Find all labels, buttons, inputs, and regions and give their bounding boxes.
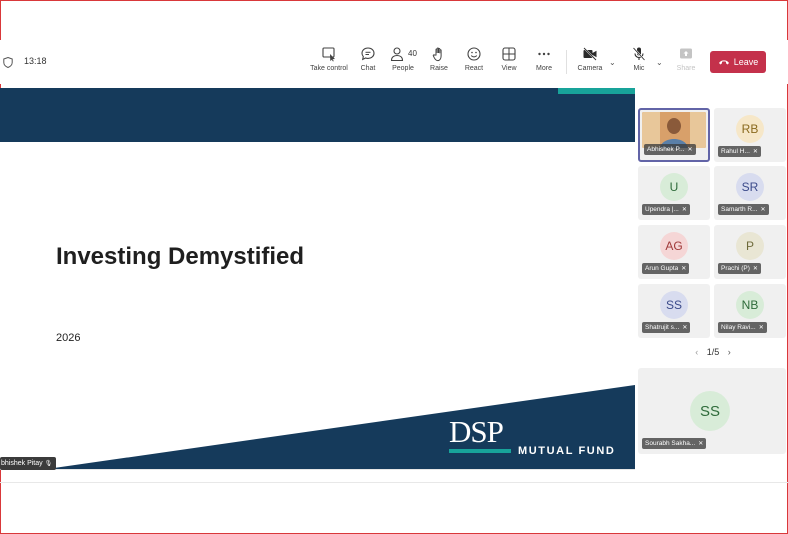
slide-year: 2026 (56, 332, 81, 344)
participant-name: Rahul H... (721, 148, 750, 155)
participant-tile[interactable]: AG Arun Gupta ✕ (638, 225, 710, 279)
take-control-button[interactable]: Take control (307, 46, 351, 80)
avatar: SR (736, 173, 764, 201)
people-count: 40 (408, 49, 417, 58)
dsp-logo-bar (449, 449, 511, 453)
react-icon (467, 47, 481, 61)
avatar: SS (690, 391, 730, 431)
mic-button[interactable]: Mic (617, 46, 661, 80)
take-control-icon (322, 47, 335, 62)
shared-screen: Investing Demystified 2026 DSP MUTUAL FU… (0, 88, 635, 470)
presenter-name-tag: bhishek Pitay 🎙 (0, 457, 57, 470)
more-label: More (536, 65, 552, 72)
previous-page-chevron-icon[interactable]: ‹ (695, 347, 698, 357)
next-page-chevron-icon[interactable]: › (728, 347, 731, 357)
mic-off-icon: ✕ (752, 266, 758, 272)
participant-tile[interactable]: SR Samarth R... ✕ (714, 166, 786, 220)
shield-icon (3, 57, 13, 68)
mic-off-icon (632, 47, 646, 61)
more-button[interactable]: More (522, 46, 566, 80)
slide-title: Investing Demystified (56, 243, 305, 270)
mic-off-icon: ✕ (682, 325, 688, 331)
participant-tile[interactable]: Abhishek P... ✕ (638, 108, 710, 162)
mic-off-icon: ✕ (758, 325, 764, 331)
bottom-divider (0, 482, 788, 483)
mic-options-chevron-icon[interactable]: ⌄ (656, 58, 663, 67)
page-indicator: 1/5 (706, 347, 720, 357)
participant-tile[interactable]: RB Rahul H... ✕ (714, 108, 786, 162)
toolbar-separator (566, 50, 567, 74)
mic-icon: 🎙 (44, 461, 53, 467)
chat-icon (361, 47, 375, 61)
featured-participant-tile[interactable]: SS Sourabh Sakha... ✕ (638, 368, 786, 454)
avatar: SS (660, 291, 688, 319)
dsp-logo: DSP (449, 414, 504, 449)
share-icon (680, 48, 692, 59)
meeting-timer: 13:18 (24, 56, 47, 66)
participant-tile[interactable]: P Prachi (P) ✕ (714, 225, 786, 279)
leave-button[interactable]: Leave (710, 51, 766, 73)
mic-off-icon: ✕ (752, 149, 758, 155)
slide-footer-wedge (47, 385, 635, 469)
participant-name: Nilay Ravi... (721, 324, 756, 331)
leave-label: Leave (733, 57, 759, 67)
dsp-logo-subtitle: MUTUAL FUND (518, 445, 616, 457)
people-icon (390, 47, 404, 62)
phone-hangup-icon (718, 60, 729, 65)
participant-name: Prachi (P) (721, 265, 750, 272)
camera-label: Camera (577, 65, 603, 72)
camera-options-chevron-icon[interactable]: ⌄ (609, 58, 616, 67)
mic-off-icon: ✕ (687, 147, 693, 153)
participant-name-tag: Rahul H... ✕ (718, 146, 761, 157)
avatar: NB (736, 291, 764, 319)
mic-off-icon: ✕ (681, 207, 687, 213)
take-control-label: Take control (310, 65, 348, 72)
raise-hand-icon (432, 47, 442, 62)
camera-button[interactable]: Camera (568, 46, 612, 80)
participant-name-tag: Nilay Ravi... ✕ (718, 322, 767, 333)
participant-name: Samarth R... (721, 206, 758, 213)
participant-name-tag: Sourabh Sakha... ✕ (642, 438, 707, 449)
participant-name-tag: Arun Gupta ✕ (642, 263, 690, 274)
share-button[interactable]: Share (664, 46, 708, 80)
camera-off-icon (583, 47, 597, 61)
participant-name: Abhishek P... (647, 146, 685, 153)
participant-name: Upendra |... (645, 206, 679, 213)
avatar: AG (660, 232, 688, 260)
avatar: RB (736, 115, 764, 143)
participant-tile[interactable]: SS Shatrujit s... ✕ (638, 284, 710, 338)
mic-label: Mic (633, 65, 645, 72)
participant-name: Sourabh Sakha... (645, 440, 696, 447)
participant-video (642, 112, 706, 148)
participant-name-tag: Abhishek P... ✕ (644, 144, 696, 155)
mic-off-icon: ✕ (681, 266, 687, 272)
participant-name: Arun Gupta (645, 265, 679, 272)
gallery-pager: ‹ 1/5 › (638, 347, 788, 357)
view-icon (502, 47, 516, 61)
participant-name-tag: Shatrujit s... ✕ (642, 322, 691, 333)
share-label: Share (676, 65, 696, 72)
participant-tile[interactable]: U Upendra |... ✕ (638, 166, 710, 220)
avatar: U (660, 173, 688, 201)
mic-off-icon: ✕ (760, 207, 766, 213)
avatar: P (736, 232, 764, 260)
more-icon (538, 52, 550, 56)
participant-name-tag: Prachi (P) ✕ (718, 263, 761, 274)
participant-tile[interactable]: NB Nilay Ravi... ✕ (714, 284, 786, 338)
mic-off-icon: ✕ (698, 441, 704, 447)
participant-name-tag: Upendra |... ✕ (642, 204, 690, 215)
participant-name-tag: Samarth R... ✕ (718, 204, 769, 215)
participant-name: Shatrujit s... (645, 324, 680, 331)
presenter-name: bhishek Pitay (1, 460, 43, 467)
